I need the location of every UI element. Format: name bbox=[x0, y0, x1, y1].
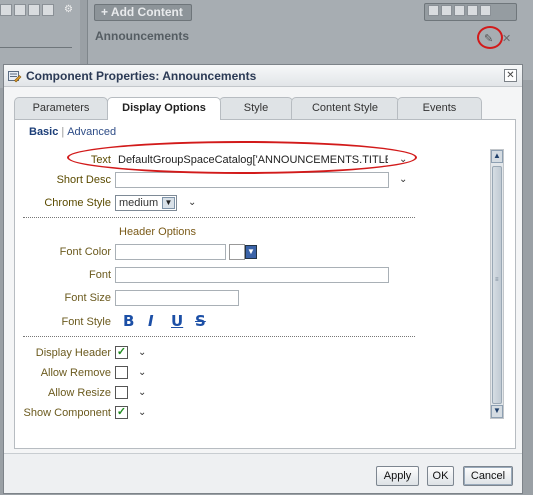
vertical-scrollbar[interactable]: ▲ ≡ ▼ bbox=[490, 149, 504, 419]
layout-icon[interactable] bbox=[28, 4, 40, 16]
layout-icon[interactable] bbox=[441, 5, 452, 16]
allow-resize-checkbox[interactable] bbox=[115, 386, 128, 399]
background-layout-icons-right bbox=[428, 5, 491, 16]
layout-icon[interactable] bbox=[467, 5, 478, 16]
layout-icon[interactable] bbox=[428, 5, 439, 16]
short-desc-field[interactable] bbox=[115, 172, 389, 188]
font-field[interactable] bbox=[115, 267, 389, 283]
cancel-button[interactable]: Cancel bbox=[463, 466, 513, 486]
allow-remove-checkbox[interactable] bbox=[115, 366, 128, 379]
highlight-oval bbox=[67, 141, 417, 174]
background-divider bbox=[0, 47, 72, 48]
tab-parameters[interactable]: Parameters bbox=[14, 97, 108, 119]
strikethrough-button[interactable]: S bbox=[195, 312, 206, 330]
grip-icon: ≡ bbox=[495, 277, 499, 283]
chevron-down-icon[interactable]: ⌄ bbox=[188, 195, 196, 211]
layout-icon[interactable] bbox=[42, 4, 54, 16]
dialog-button-bar: Apply OK Cancel bbox=[4, 453, 522, 493]
italic-button[interactable]: I bbox=[148, 312, 154, 330]
tab-events[interactable]: Events bbox=[397, 97, 482, 119]
scroll-thumb[interactable]: ≡ bbox=[492, 166, 502, 404]
show-component-checkbox[interactable]: ✓ bbox=[115, 406, 128, 419]
font-color-picker[interactable]: ▼ bbox=[229, 244, 258, 260]
short-desc-label: Short Desc bbox=[56, 174, 111, 186]
subtab-advanced[interactable]: Advanced bbox=[67, 126, 116, 138]
add-content-button[interactable]: + Add Content bbox=[94, 4, 192, 21]
chevron-down-icon[interactable]: ▼ bbox=[245, 245, 257, 259]
color-swatch[interactable] bbox=[229, 244, 245, 260]
layout-icon[interactable] bbox=[454, 5, 465, 16]
dialog-titlebar[interactable]: Component Properties: Announcements ✕ bbox=[4, 65, 522, 87]
tab-bar: Parameters Display Options Style Content… bbox=[14, 97, 516, 120]
bold-button[interactable]: B bbox=[123, 312, 134, 330]
highlight-oval bbox=[477, 26, 503, 49]
component-properties-dialog: Component Properties: Announcements ✕ Pa… bbox=[3, 64, 523, 494]
font-style-label: Font Style bbox=[61, 316, 111, 328]
chrome-style-select[interactable]: medium ▼ bbox=[115, 195, 177, 211]
chrome-style-value: medium bbox=[119, 197, 159, 209]
display-header-label: Display Header bbox=[35, 347, 111, 359]
region-title: Announcements bbox=[95, 29, 190, 43]
underline-button[interactable]: U bbox=[171, 312, 183, 330]
chevron-down-icon[interactable]: ▼ bbox=[162, 197, 175, 209]
chrome-style-label: Chrome Style bbox=[44, 197, 111, 209]
ok-button[interactable]: OK bbox=[427, 466, 454, 486]
dialog-title: Component Properties: Announcements bbox=[26, 69, 257, 83]
show-component-label: Show Component bbox=[23, 407, 111, 419]
allow-resize-label: Allow Resize bbox=[48, 387, 111, 399]
subtab-separator: | bbox=[61, 126, 65, 138]
font-color-field[interactable] bbox=[115, 244, 226, 260]
subtab-basic[interactable]: Basic bbox=[29, 126, 58, 138]
chevron-down-icon[interactable]: ⌄ bbox=[138, 405, 146, 421]
layout-icon[interactable] bbox=[480, 5, 491, 16]
properties-icon bbox=[8, 71, 22, 83]
font-size-field[interactable] bbox=[115, 290, 239, 306]
tab-content-style[interactable]: Content Style bbox=[291, 97, 399, 119]
chevron-down-icon[interactable]: ⌄ bbox=[138, 385, 146, 401]
font-size-label: Font Size bbox=[64, 292, 111, 304]
close-icon[interactable]: ✕ bbox=[502, 32, 514, 45]
chevron-down-icon[interactable]: ⌄ bbox=[399, 172, 407, 188]
chevron-down-icon[interactable]: ⌄ bbox=[138, 345, 146, 361]
section-divider bbox=[23, 217, 415, 218]
header-options-title: Header Options bbox=[119, 226, 197, 238]
section-divider bbox=[23, 336, 415, 337]
layout-icon[interactable] bbox=[14, 4, 26, 16]
display-header-checkbox[interactable]: ✓ bbox=[115, 346, 128, 359]
allow-remove-label: Allow Remove bbox=[40, 367, 111, 379]
scroll-down-icon[interactable]: ▼ bbox=[491, 405, 503, 418]
scroll-up-icon[interactable]: ▲ bbox=[491, 150, 503, 163]
subtabs: Basic | Advanced bbox=[29, 126, 116, 138]
tab-display-options[interactable]: Display Options bbox=[107, 97, 221, 120]
tab-style[interactable]: Style bbox=[219, 97, 293, 119]
close-icon[interactable]: ✕ bbox=[504, 69, 517, 82]
font-color-label: Font Color bbox=[59, 246, 111, 258]
apply-button[interactable]: Apply bbox=[376, 466, 419, 486]
font-label: Font bbox=[88, 269, 111, 281]
layout-icon[interactable] bbox=[0, 4, 12, 16]
background-layout-icons bbox=[0, 4, 54, 16]
wrench-icon[interactable]: ⚙ bbox=[64, 4, 76, 16]
chevron-down-icon[interactable]: ⌄ bbox=[138, 365, 146, 381]
